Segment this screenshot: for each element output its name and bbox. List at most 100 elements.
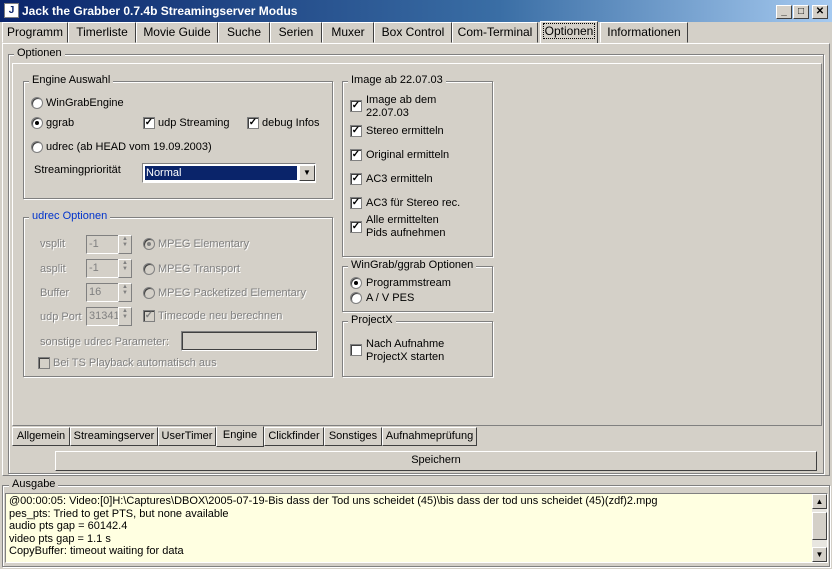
log-line: @00:00:05: Video:[0]H:\Captures\DBOX\200… <box>9 495 658 507</box>
udrec-radio[interactable] <box>31 141 43 153</box>
udp-port-spinner[interactable]: ▲ ▼ <box>118 307 132 326</box>
ggrab-label: ggrab <box>46 117 75 129</box>
tab-muxer[interactable]: Muxer <box>322 22 374 43</box>
tab-informationen[interactable]: Informationen <box>600 22 688 43</box>
ac3-stereo-checkbox[interactable]: ✓ <box>350 197 362 209</box>
log-scrollbar[interactable]: ▲ ▼ <box>812 494 827 562</box>
image-label: Image ab 22.07.03 <box>348 74 446 86</box>
buffer-label: Buffer <box>40 287 70 299</box>
udrec-label: udrec (ab HEAD vom 19.09.2003) <box>46 141 212 153</box>
log-line: CopyBuffer: timeout waiting for data <box>9 545 184 558</box>
alle-pids-checkbox[interactable]: ✓ <box>350 221 362 233</box>
stereo-label: Stereo ermitteln <box>366 125 444 137</box>
image-ab-checkbox[interactable]: ✓ <box>350 100 362 112</box>
wingrab-radio[interactable] <box>31 97 43 109</box>
vsplit-input[interactable]: -1 <box>86 235 120 254</box>
tab-movie-guide[interactable]: Movie Guide <box>136 22 218 43</box>
tab-suche[interactable]: Suche <box>218 22 270 43</box>
tab-programm[interactable]: Programm <box>2 22 68 43</box>
alle-pids-label-1: Alle ermittelten <box>366 214 439 226</box>
wingrab-group <box>342 266 493 312</box>
close-button[interactable]: ✕ <box>812 5 828 19</box>
maximize-button[interactable]: □ <box>793 5 809 19</box>
prio-value: Normal <box>145 166 297 180</box>
stereo-checkbox[interactable]: ✓ <box>350 125 362 137</box>
debug-infos-checkbox[interactable]: ✓ <box>247 117 259 129</box>
mpeg-elementary-label: MPEG Elementary <box>158 238 250 250</box>
ausgabe-label: Ausgabe <box>9 478 59 490</box>
debug-infos-label: debug Infos <box>262 117 320 129</box>
tab-usertimer[interactable]: UserTimer <box>158 427 216 446</box>
wingrab-options-label: WinGrab/ggrab Optionen <box>348 259 477 271</box>
udp-port-input[interactable]: 31341 <box>86 307 120 326</box>
log-line: audio pts gap = 60142.4 <box>9 520 128 533</box>
asplit-label: asplit <box>40 263 66 275</box>
udp-streaming-label: udp Streaming <box>158 117 230 129</box>
tab-sonstiges[interactable]: Sonstiges <box>324 427 382 446</box>
vsplit-spinner[interactable]: ▲ ▼ <box>118 235 132 254</box>
dropdown-arrow-icon[interactable]: ▼ <box>299 165 315 181</box>
output-log[interactable]: @00:00:05: Video:[0]H:\Captures\DBOX\200… <box>5 493 828 563</box>
scroll-up-icon[interactable]: ▲ <box>812 494 827 509</box>
ggrab-radio[interactable] <box>31 117 43 129</box>
log-line: pes_pts: Tried to get PTS, but none avai… <box>9 507 229 520</box>
vsplit-label: vsplit <box>40 238 66 250</box>
mpeg-pes-label: MPEG Packetized Elementary <box>158 287 306 299</box>
udp-port-label: udp Port <box>40 311 82 323</box>
mpeg-transport-label: MPEG Transport <box>158 263 240 275</box>
sonstige-input[interactable] <box>181 331 318 351</box>
ac3-stereo-label: AC3 für Stereo rec. <box>366 197 461 209</box>
asplit-spinner[interactable]: ▲ ▼ <box>118 259 132 278</box>
save-button[interactable]: Speichern <box>55 451 817 471</box>
projectx-label-2: ProjectX starten <box>366 351 445 363</box>
engine-label: Engine Auswahl <box>29 74 114 86</box>
asplit-input[interactable]: -1 <box>86 259 120 278</box>
wingrab-label: WinGrabEngine <box>46 97 124 109</box>
tab-engine[interactable]: Engine <box>216 426 264 447</box>
udrec-options-label: udrec Optionen <box>29 210 111 222</box>
optionen-label: Optionen <box>14 47 65 59</box>
avpes-label: A / V PES <box>366 292 415 304</box>
projectx-checkbox[interactable] <box>350 344 362 356</box>
buffer-spinner[interactable]: ▲ ▼ <box>118 283 132 302</box>
original-label: Original ermitteln <box>366 149 450 161</box>
output-lines: @00:00:05: Video:[0]H:\Captures\DBOX\200… <box>9 495 809 558</box>
alle-pids-label-2: Pids aufnehmen <box>366 227 446 239</box>
mpeg-elementary-radio[interactable] <box>143 238 155 250</box>
tab-clickfinder[interactable]: Clickfinder <box>264 427 324 446</box>
window-title: Jack the Grabber 0.7.4b Streamingserver … <box>22 4 298 18</box>
minimize-button[interactable]: _ <box>776 5 792 19</box>
image-ab-label-1: Image ab dem <box>366 94 437 106</box>
tab-timerliste[interactable]: Timerliste <box>68 22 136 43</box>
prio-label: Streamingpriorität <box>34 164 121 176</box>
tab-aufnahmepruefung[interactable]: Aufnahmeprüfung <box>382 427 477 446</box>
sonstige-label: sonstige udrec Parameter: <box>40 336 170 348</box>
tab-com-terminal[interactable]: Com-Terminal <box>452 22 538 43</box>
timecode-label: Timecode neu berechnen <box>158 310 283 322</box>
image-ab-label-2: 22.07.03 <box>366 107 409 119</box>
original-checkbox[interactable]: ✓ <box>350 149 362 161</box>
projectx-label: ProjectX <box>348 314 396 326</box>
tab-streamingserver[interactable]: Streamingserver <box>70 427 158 446</box>
mpeg-pes-radio[interactable] <box>143 287 155 299</box>
buffer-input[interactable]: 16 <box>86 283 120 302</box>
tab-serien[interactable]: Serien <box>270 22 322 43</box>
programmstream-radio[interactable] <box>350 277 362 289</box>
timecode-checkbox[interactable]: ✓ <box>143 310 155 322</box>
programmstream-label: Programmstream <box>366 277 451 289</box>
scroll-down-icon[interactable]: ▼ <box>812 547 827 562</box>
ac3-checkbox[interactable]: ✓ <box>350 173 362 185</box>
prio-select[interactable]: Normal ▼ <box>142 163 316 183</box>
avpes-radio[interactable] <box>350 292 362 304</box>
log-line: video pts gap = 1.1 s <box>9 532 111 545</box>
scroll-thumb[interactable] <box>812 512 827 540</box>
tab-allgemein[interactable]: Allgemein <box>12 427 70 446</box>
ts-playback-checkbox[interactable] <box>38 357 50 369</box>
ac3-label: AC3 ermitteln <box>366 173 433 185</box>
mpeg-transport-radio[interactable] <box>143 263 155 275</box>
tab-optionen[interactable]: Optionen <box>540 21 598 44</box>
udp-streaming-checkbox[interactable]: ✓ <box>143 117 155 129</box>
tab-box-control[interactable]: Box Control <box>374 22 452 43</box>
ts-playback-label: Bei TS Playback automatisch aus <box>53 357 217 369</box>
app-icon[interactable]: J <box>4 3 19 18</box>
